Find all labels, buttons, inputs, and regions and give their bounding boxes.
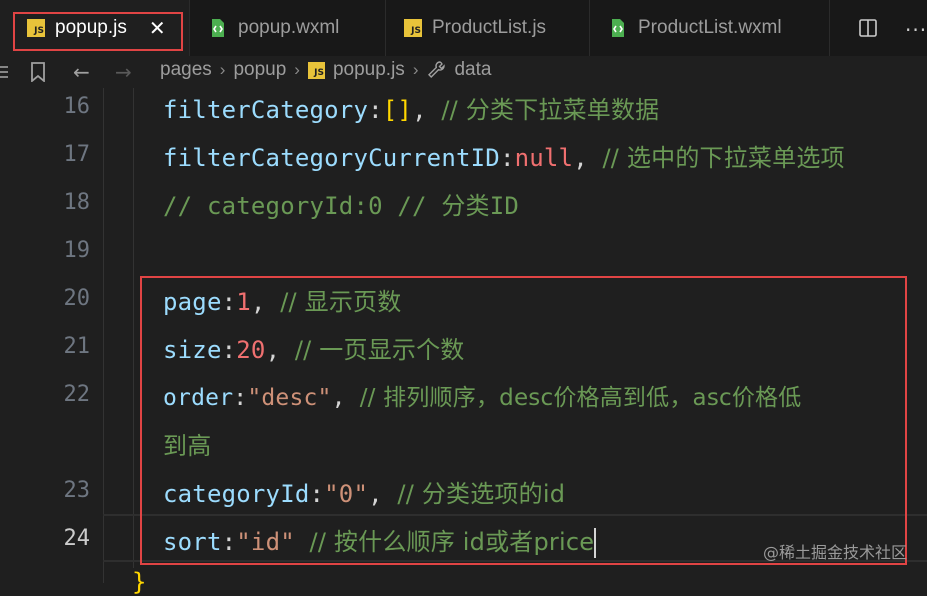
forward-arrow-icon[interactable]: → bbox=[115, 60, 132, 84]
tab-label: popup.js bbox=[55, 17, 127, 38]
indent-guide bbox=[133, 88, 134, 568]
code-editor[interactable]: 16 17 18 19 20 21 22 23 24 filterCategor… bbox=[0, 88, 927, 596]
code-line-18: // categoryId:0 // 分类ID bbox=[163, 192, 520, 220]
breadcrumb-separator: › bbox=[294, 60, 300, 79]
line-number: 23 bbox=[63, 478, 91, 503]
breadcrumb-pages[interactable]: pages bbox=[160, 59, 212, 81]
line-number: 20 bbox=[63, 286, 91, 311]
tab-popup-js[interactable]: JS popup.js ✕ bbox=[0, 0, 190, 56]
code-line-24: sort:"id" // 按什么顺序 id或者price bbox=[163, 528, 597, 558]
breadcrumb-popup[interactable]: popup bbox=[233, 59, 286, 81]
breadcrumb-data[interactable]: data bbox=[454, 59, 491, 81]
split-editor-icon[interactable] bbox=[858, 18, 878, 38]
text-cursor bbox=[594, 528, 597, 558]
code-line-17: filterCategoryCurrentID:null, // 选中的下拉菜单… bbox=[163, 144, 845, 172]
menu-icon[interactable] bbox=[0, 63, 8, 81]
line-number: 21 bbox=[63, 334, 91, 359]
tab-productlist-wxml[interactable]: ProductList.wxml bbox=[590, 0, 830, 56]
code-line-16: filterCategory:[], // 分类下拉菜单数据 bbox=[163, 96, 660, 124]
tab-label: ProductList.wxml bbox=[638, 17, 782, 38]
code-line-22: order:"desc", // 排列顺序，desc价格高到低，asc价格低 bbox=[163, 385, 802, 411]
line-number: 22 bbox=[63, 382, 91, 407]
more-actions-icon[interactable]: ··· bbox=[905, 18, 927, 42]
breadcrumb: pages › popup › JS popup.js › data bbox=[160, 59, 491, 81]
indent-guide bbox=[103, 88, 104, 583]
breadcrumb-separator: › bbox=[412, 60, 419, 79]
js-file-icon: JS bbox=[27, 19, 45, 37]
tab-label: popup.wxml bbox=[238, 17, 340, 38]
bookmark-icon[interactable] bbox=[30, 62, 46, 82]
line-number-active: 24 bbox=[63, 526, 91, 551]
js-file-icon: JS bbox=[404, 19, 422, 37]
tab-productlist-js[interactable]: JS ProductList.js bbox=[386, 0, 590, 56]
tab-label: ProductList.js bbox=[432, 17, 547, 38]
wxml-file-icon bbox=[208, 18, 228, 38]
line-number: 16 bbox=[63, 94, 91, 119]
editor-tab-bar: JS popup.js ✕ popup.wxml JS ProductList.… bbox=[0, 0, 927, 56]
watermark: @稀土掘金技术社区 bbox=[762, 543, 907, 562]
back-arrow-icon[interactable]: ← bbox=[73, 60, 90, 84]
closing-brace: } bbox=[132, 568, 147, 596]
line-number: 19 bbox=[63, 238, 91, 263]
code-line-22-wrap: 到高 bbox=[163, 432, 212, 460]
code-line-21: size:20, // 一页显示个数 bbox=[163, 336, 465, 364]
close-icon[interactable]: ✕ bbox=[149, 16, 166, 40]
breadcrumb-separator: › bbox=[219, 60, 226, 79]
code-line-23: categoryId:"0", // 分类选项的id bbox=[163, 480, 566, 508]
js-file-icon: JS bbox=[307, 61, 325, 79]
line-number: 17 bbox=[63, 142, 91, 167]
tab-popup-wxml[interactable]: popup.wxml bbox=[190, 0, 386, 56]
breadcrumb-popup-js[interactable]: popup.js bbox=[333, 59, 405, 81]
wxml-file-icon bbox=[608, 18, 628, 38]
code-line-20: page:1, // 显示页数 bbox=[163, 288, 402, 316]
line-number: 18 bbox=[63, 190, 91, 215]
wrench-icon bbox=[428, 61, 446, 78]
